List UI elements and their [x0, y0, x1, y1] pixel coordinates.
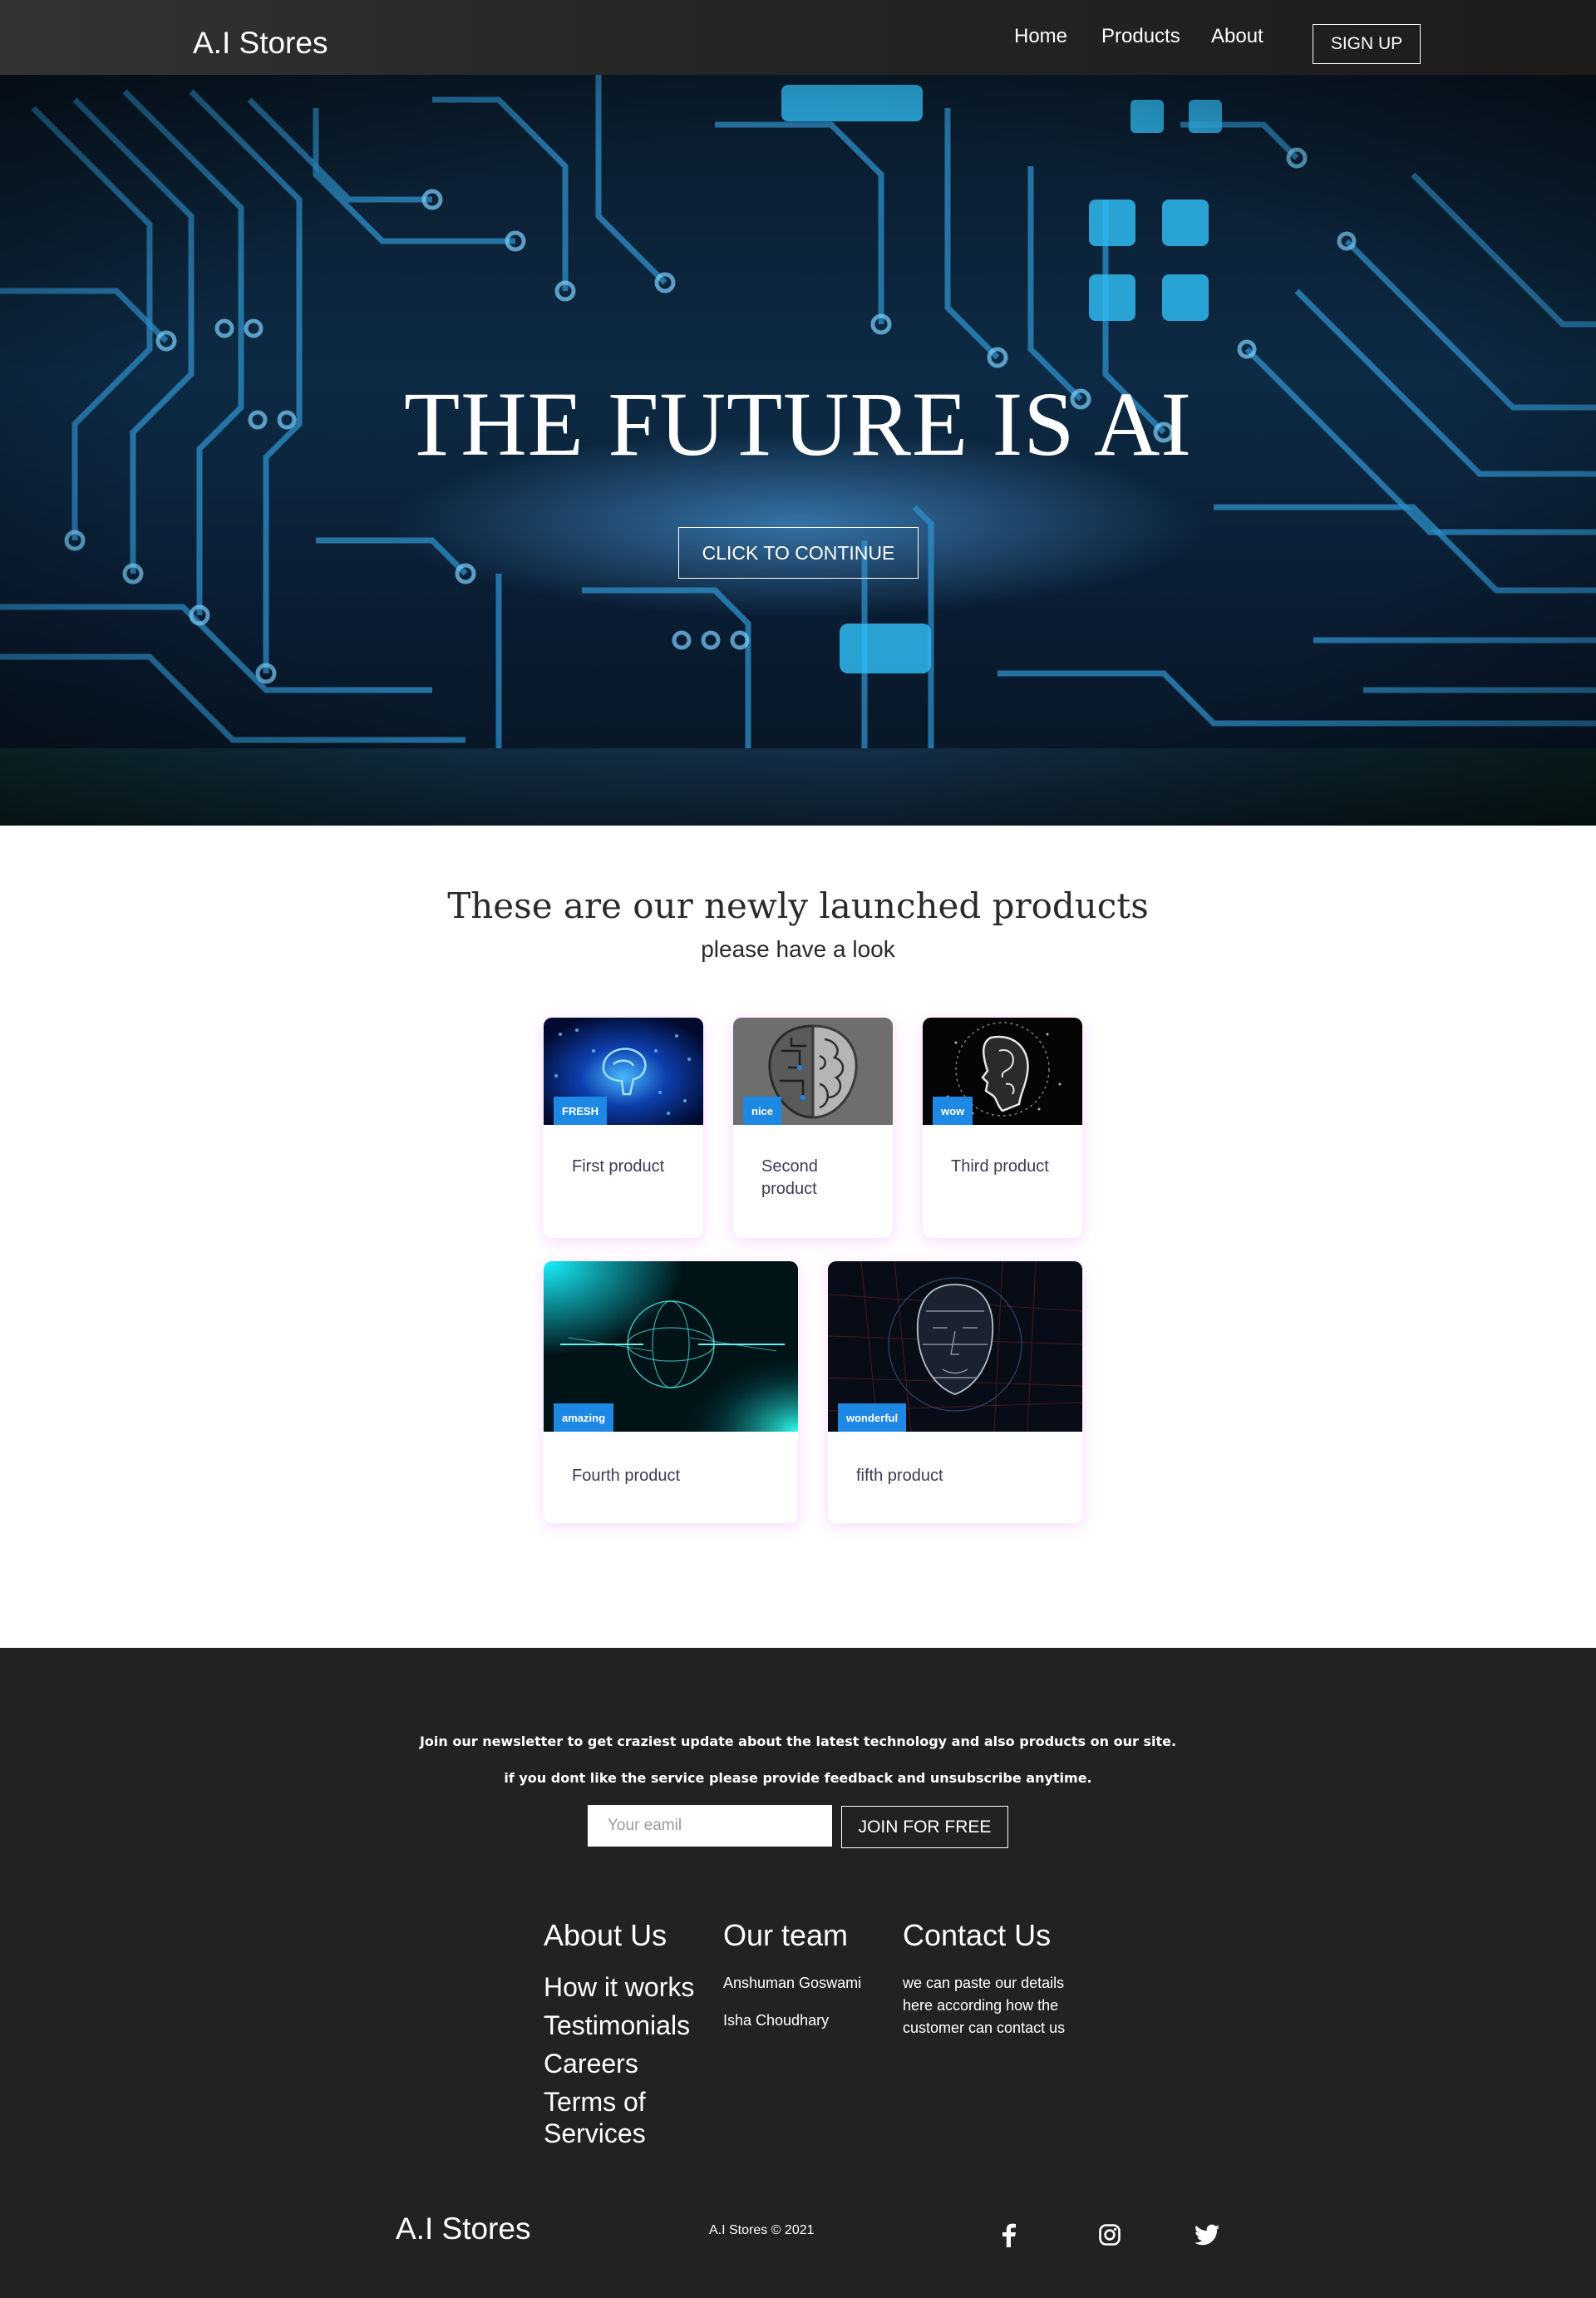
nav-link-products[interactable]: Products	[1101, 23, 1180, 50]
product-card-4[interactable]: amazing Fourth product	[544, 1261, 798, 1523]
hero-banner: THE FUTURE IS AI CLICK TO CONTINUE	[0, 75, 1596, 826]
product-tag: amazing	[554, 1403, 614, 1432]
team-member-name: Isha Choudhary	[723, 2012, 830, 2029]
product-name: First product	[572, 1157, 665, 1176]
products-heading: These are our newly launched products	[447, 885, 1149, 926]
product-card-5[interactable]: wonderful fifth product	[828, 1261, 1082, 1523]
footer-link-how-it-works[interactable]: How it works	[544, 1971, 694, 2003]
nav-link-home[interactable]: Home	[1014, 23, 1067, 50]
product-tag: wonderful	[838, 1403, 907, 1432]
product-tag: wow	[933, 1097, 973, 1125]
footer-link-testimonials[interactable]: Testimonials	[544, 2010, 690, 2041]
hero-title: THE FUTURE IS AI	[404, 373, 1192, 475]
email-input[interactable]	[588, 1805, 832, 1847]
twitter-icon[interactable]	[1192, 2220, 1222, 2250]
contact-us-heading: Contact Us	[903, 1918, 1052, 1952]
instagram-icon[interactable]	[1095, 2220, 1125, 2250]
products-subheading: please have a look	[701, 936, 895, 962]
team-member-name: Anshuman Goswami	[723, 1975, 862, 1991]
facebook-icon[interactable]	[993, 2220, 1023, 2250]
product-name: Second product	[761, 1157, 818, 1198]
footer-link-careers[interactable]: Careers	[544, 2048, 638, 2079]
footer-brand[interactable]: A.I Stores	[396, 2211, 530, 2247]
product-tag: FRESH	[554, 1097, 608, 1125]
signup-button[interactable]: SIGN UP	[1313, 24, 1421, 64]
join-for-free-button[interactable]: JOIN FOR FREE	[841, 1806, 1008, 1848]
brand-logo[interactable]: A.I Stores	[193, 25, 328, 62]
footer-link-terms[interactable]: Terms of Services	[544, 2086, 668, 2149]
nav-link-about[interactable]: About	[1211, 23, 1264, 50]
hero-bottom-strip	[0, 748, 1596, 826]
copyright-text: A.I Stores © 2021	[709, 2223, 815, 2237]
newsletter-text: Join our newsletter to get craziest upda…	[419, 1733, 1177, 1749]
product-name: Fourth product	[572, 1467, 681, 1485]
our-team-heading: Our team	[723, 1918, 849, 1952]
product-card-1[interactable]: FRESH First product	[544, 1018, 703, 1238]
product-card-3[interactable]: wow Third product	[923, 1018, 1082, 1238]
product-name: Third product	[951, 1157, 1049, 1176]
newsletter-text-secondary: if you dont like the service please prov…	[504, 1770, 1092, 1786]
contact-us-text: we can paste our details here according …	[903, 1975, 1066, 2036]
product-tag: nice	[743, 1097, 782, 1125]
product-card-2[interactable]: nice Second product	[733, 1018, 893, 1238]
product-name: fifth product	[856, 1467, 943, 1485]
click-to-continue-button[interactable]: CLICK TO CONTINUE	[678, 527, 919, 579]
top-navbar: A.I Stores Home Products About SIGN UP	[0, 0, 1596, 75]
about-us-heading: About Us	[544, 1918, 667, 1952]
